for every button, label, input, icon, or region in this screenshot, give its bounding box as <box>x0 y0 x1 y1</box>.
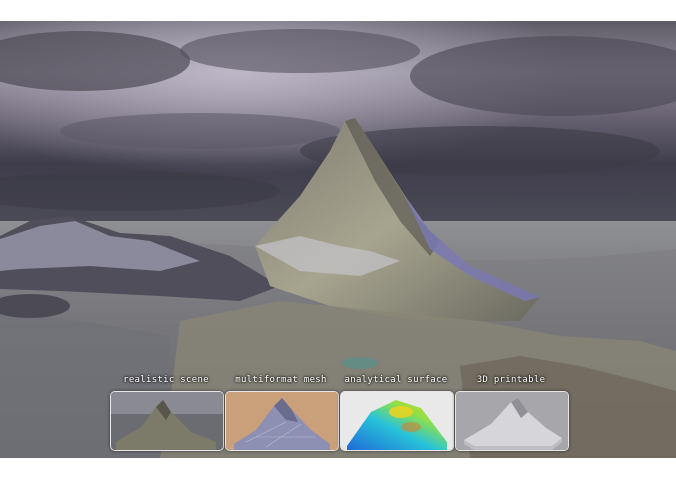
multiformat-mesh-thumbnail[interactable] <box>225 391 339 451</box>
realistic-scene-thumbnail[interactable] <box>110 391 224 451</box>
feature-gallery: realistic scene multiformat mesh analyti… <box>0 373 676 458</box>
3d-printable-thumbnail[interactable] <box>455 391 569 451</box>
hero-image: realistic scene multiformat mesh analyti… <box>0 21 676 458</box>
mountain-scene-icon <box>111 392 223 450</box>
printable-model-icon <box>456 392 568 450</box>
heatmap-surface-icon <box>341 392 453 450</box>
mountain-mesh-icon <box>226 392 338 450</box>
analytical-surface-thumbnail[interactable] <box>340 391 454 451</box>
thumbnail-label-3d-printable: 3D printable <box>476 375 546 385</box>
